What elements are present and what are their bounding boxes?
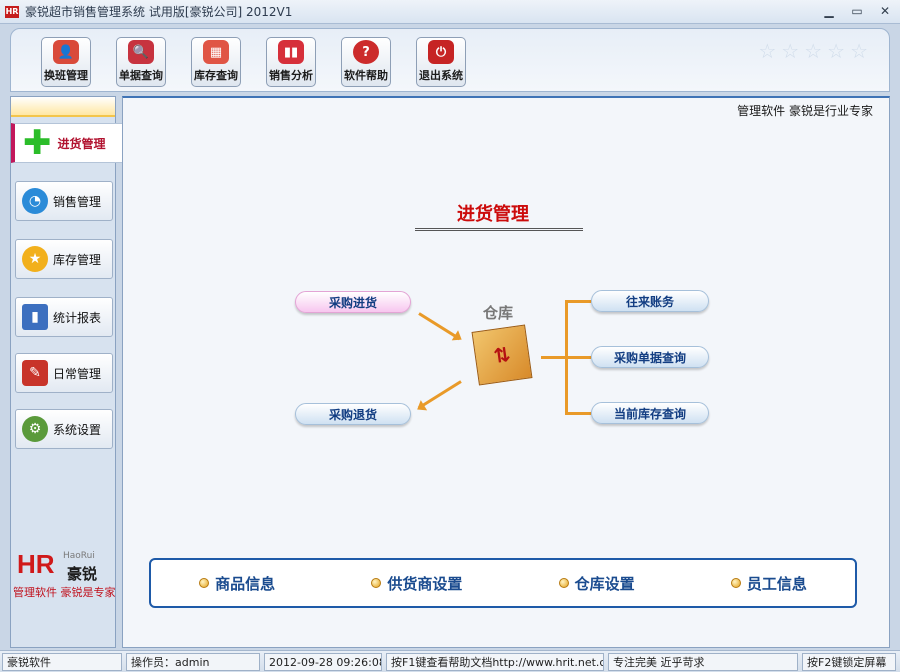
sidebar-item-daily[interactable]: ✎ 日常管理 <box>15 353 113 393</box>
person-swap-icon: 👤 <box>53 40 79 64</box>
tools-icon: ✎ <box>22 360 48 386</box>
pie-chart-icon: ◔ <box>22 188 48 214</box>
main-panel: 管理软件 豪锐是行业专家 进货管理 采购进货 采购退货 仓库 ⇅ 往来账务 采购… <box>122 96 890 648</box>
sidebar-item-label: 销售管理 <box>53 194 102 209</box>
purchase-documents-button[interactable]: 采购单据查询 <box>591 346 709 368</box>
link-label: 商品信息 <box>215 574 276 593</box>
boxes-icon: ▦ <box>203 40 229 64</box>
product-info-link[interactable]: 商品信息 <box>199 573 275 594</box>
minimize-button[interactable]: ▁ <box>820 3 838 19</box>
exit-button[interactable]: ⏻ 退出系统 <box>416 37 466 87</box>
arrow-out-icon <box>417 380 462 410</box>
maximize-button[interactable]: ▭ <box>848 3 866 19</box>
warehouse-label: 仓库 <box>483 304 514 322</box>
decorative-stars-icon: ☆☆☆☆☆ <box>758 39 873 63</box>
sidebar-item-label: 库存管理 <box>53 252 102 267</box>
plus-icon: ✚ <box>23 123 52 163</box>
gear-icon: ⚙ <box>22 416 48 442</box>
brand-chinese-name: 豪锐 <box>67 565 98 583</box>
help-button[interactable]: ? 软件帮助 <box>341 37 391 87</box>
quick-links-panel: 商品信息 供货商设置 仓库设置 员工信息 <box>149 558 857 608</box>
sidebar: ✚ 进货管理 ◔ 销售管理 ★ 库存管理 ▮ 统计报表 ✎ 日常管理 ⚙ 系统设… <box>10 96 129 648</box>
supplier-settings-link[interactable]: 供货商设置 <box>371 573 462 594</box>
status-company: 豪锐软件 <box>2 653 122 671</box>
sidebar-item-reports[interactable]: ▮ 统计报表 <box>15 297 113 337</box>
window-controls: ▁ ▭ ✕ <box>820 3 894 19</box>
document-query-button[interactable]: 🔍 单据查询 <box>116 37 166 87</box>
star-icon: ★ <box>22 246 48 272</box>
status-operator: 操作员：admin <box>126 653 260 671</box>
brand-english-name: HaoRui <box>63 551 95 561</box>
inventory-query-button[interactable]: ▦ 库存查询 <box>191 37 241 87</box>
magnifier-icon: 🔍 <box>128 40 154 64</box>
sidebar-item-label: 系统设置 <box>53 422 102 437</box>
help-icon: ? <box>353 40 379 64</box>
sales-analysis-button[interactable]: ▮▮ 销售分析 <box>266 37 316 87</box>
title-divider <box>415 228 583 231</box>
accounts-button[interactable]: 往来账务 <box>591 290 709 312</box>
sidebar-item-sales[interactable]: ◔ 销售管理 <box>15 181 113 221</box>
main-toolbar: 👤 换班管理 🔍 单据查询 ▦ 库存查询 ▮▮ 销售分析 ? 软件帮助 ⏻ 退出… <box>10 28 890 92</box>
current-stock-button[interactable]: 当前库存查询 <box>591 402 709 424</box>
bullet-icon <box>558 578 569 588</box>
connector-line <box>565 356 591 359</box>
connector-line <box>565 300 591 303</box>
bar-chart-icon: ▮▮ <box>278 40 304 64</box>
status-datetime: 2012-09-28 09:26:08 <box>264 653 382 671</box>
app-logo-icon: HR <box>5 5 19 18</box>
power-icon: ⏻ <box>428 40 454 64</box>
title-bar: HR 豪锐超市销售管理系统 试用版[豪锐公司] 2012V1 ▁ ▭ ✕ <box>0 0 900 24</box>
toolbar-label: 单据查询 <box>119 69 163 82</box>
purchase-in-button[interactable]: 采购进货 <box>295 291 411 313</box>
toolbar-label: 换班管理 <box>44 69 88 82</box>
arrow-in-icon <box>418 312 461 341</box>
page-title: 进货管理 <box>457 204 529 225</box>
sidebar-item-settings[interactable]: ⚙ 系统设置 <box>15 409 113 449</box>
sidebar-item-label: 进货管理 <box>57 136 106 151</box>
bar-chart-icon: ▮ <box>22 304 48 330</box>
brand-slogan: 管理软件 豪锐是专家 <box>13 586 116 599</box>
link-label: 员工信息 <box>746 574 807 593</box>
toolbar-label: 退出系统 <box>419 69 463 82</box>
close-button[interactable]: ✕ <box>876 3 894 19</box>
sidebar-item-purchase[interactable]: ✚ 进货管理 <box>11 123 129 163</box>
sidebar-item-label: 日常管理 <box>53 366 102 381</box>
link-label: 供货商设置 <box>387 574 463 593</box>
sidebar-header-bar <box>11 97 115 117</box>
link-label: 仓库设置 <box>574 574 635 593</box>
main-header-text: 管理软件 豪锐是行业专家 <box>737 104 873 118</box>
sidebar-item-label: 统计报表 <box>53 310 102 325</box>
connector-line <box>541 356 567 359</box>
sidebar-item-inventory[interactable]: ★ 库存管理 <box>15 239 113 279</box>
status-lock-hint: 按F2键锁定屏幕 <box>802 653 896 671</box>
staff-info-link[interactable]: 员工信息 <box>730 573 807 594</box>
shift-management-button[interactable]: 👤 换班管理 <box>41 37 91 87</box>
window-title: 豪锐超市销售管理系统 试用版[豪锐公司] 2012V1 <box>25 5 293 19</box>
warehouse-box-icon: ⇅ <box>471 324 533 386</box>
toolbar-label: 销售分析 <box>269 69 313 82</box>
bullet-icon <box>730 578 741 588</box>
bullet-icon <box>371 578 382 588</box>
status-bar: 豪锐软件 操作员：admin 2012-09-28 09:26:08 按F1键查… <box>0 650 900 672</box>
purchase-return-button[interactable]: 采购退货 <box>295 403 411 425</box>
toolbar-label: 软件帮助 <box>344 69 388 82</box>
connector-line <box>565 412 591 415</box>
status-help-hint: 按F1键查看帮助文档http://www.hrit.net.cn/ <box>386 653 604 671</box>
toolbar-label: 库存查询 <box>194 69 238 82</box>
brand-block: HR HaoRui 豪锐 管理软件 豪锐是专家 <box>13 549 116 600</box>
status-motto: 专注完美 近乎苛求 <box>608 653 798 671</box>
warehouse-settings-link[interactable]: 仓库设置 <box>558 573 635 594</box>
bullet-icon <box>199 578 210 588</box>
